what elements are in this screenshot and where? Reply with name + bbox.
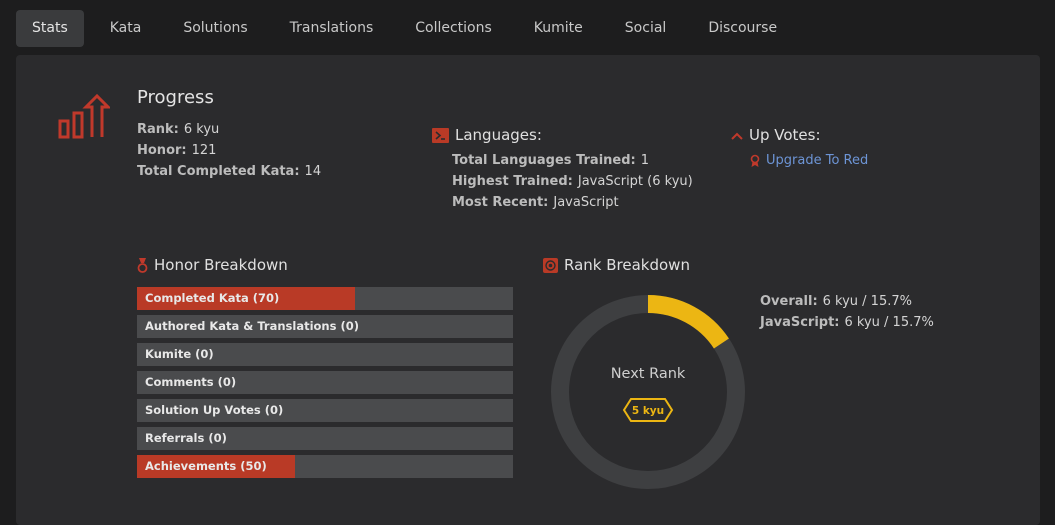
tab-kumite[interactable]: Kumite [518, 10, 599, 47]
next-rank-value: 5 kyu [632, 405, 664, 417]
tab-discourse[interactable]: Discourse [692, 10, 793, 47]
javascript-rank-value: 6 kyu / 15.7% [844, 315, 934, 330]
most-recent-label: Most Recent: [452, 195, 549, 210]
target-icon [543, 257, 558, 273]
honor-bar-completed-kata: Completed Kata (70) [137, 287, 513, 310]
honor-bar-solution-upvotes: Solution Up Votes (0) [137, 399, 513, 422]
languages-trained-value: 1 [640, 153, 650, 168]
medal-icon [137, 257, 148, 273]
tab-translations[interactable]: Translations [274, 10, 390, 47]
honor-bar-label: Authored Kata & Translations (0) [145, 319, 359, 333]
progress-chart-icon [58, 93, 110, 139]
most-recent-value: JavaScript [553, 195, 619, 210]
most-recent-stat: Most Recent: JavaScript [452, 195, 619, 210]
honor-bar-label: Achievements (50) [145, 459, 267, 473]
languages-title: Languages: [455, 126, 542, 144]
honor-bar-kumite: Kumite (0) [137, 343, 513, 366]
overall-rank-stat: Overall: 6 kyu / 15.7% [760, 294, 912, 309]
overall-rank-label: Overall: [760, 294, 818, 309]
honor-bar-referrals: Referrals (0) [137, 427, 513, 450]
honor-breakdown-heading: Honor Breakdown [137, 256, 288, 274]
rank-breakdown-title: Rank Breakdown [564, 256, 690, 274]
highest-trained-stat: Highest Trained: JavaScript (6 kyu) [452, 174, 693, 189]
tab-stats[interactable]: Stats [16, 10, 84, 47]
honor-bar-label: Kumite (0) [145, 347, 214, 361]
honor-bar-comments: Comments (0) [137, 371, 513, 394]
honor-bar-label: Referrals (0) [145, 431, 227, 445]
languages-trained-label: Total Languages Trained: [452, 153, 636, 168]
tab-collections[interactable]: Collections [399, 10, 508, 47]
rank-stat: Rank: 6 kyu [137, 122, 219, 137]
ribbon-icon [750, 154, 760, 168]
tab-social[interactable]: Social [609, 10, 683, 47]
highest-trained-label: Highest Trained: [452, 174, 573, 189]
highest-trained-value: JavaScript (6 kyu) [577, 174, 693, 189]
javascript-rank-label: JavaScript: [760, 315, 840, 330]
rank-label: Rank: [137, 122, 179, 137]
upgrade-row: Upgrade To Red [750, 153, 868, 168]
next-rank-label: Next Rank [611, 366, 686, 382]
completed-stat: Total Completed Kata: 14 [137, 164, 321, 179]
overall-rank-value: 6 kyu / 15.7% [822, 294, 912, 309]
honor-label: Honor: [137, 143, 187, 158]
terminal-icon [432, 127, 449, 143]
honor-breakdown-title: Honor Breakdown [154, 256, 288, 274]
honor-bar-label: Solution Up Votes (0) [145, 403, 284, 417]
upvotes-title: Up Votes: [749, 126, 821, 144]
upvotes-heading: Up Votes: [731, 126, 821, 144]
honor-value: 121 [191, 143, 217, 158]
honor-bar-label: Comments (0) [145, 375, 237, 389]
completed-label: Total Completed Kata: [137, 164, 300, 179]
tab-solutions[interactable]: Solutions [167, 10, 263, 47]
honor-bar-authored-kata: Authored Kata & Translations (0) [137, 315, 513, 338]
progress-title: Progress [137, 87, 214, 108]
languages-heading: Languages: [432, 126, 542, 144]
rank-value: 6 kyu [183, 122, 220, 137]
languages-trained-stat: Total Languages Trained: 1 [452, 153, 649, 168]
honor-bar-achievements: Achievements (50) [137, 455, 513, 478]
completed-value: 14 [304, 164, 322, 179]
tab-kata[interactable]: Kata [94, 10, 158, 47]
chevron-up-icon [731, 131, 743, 140]
profile-tabs: Stats Kata Solutions Translations Collec… [16, 10, 803, 47]
javascript-rank-stat: JavaScript: 6 kyu / 15.7% [760, 315, 934, 330]
rank-breakdown-heading: Rank Breakdown [543, 256, 690, 274]
upgrade-link[interactable]: Upgrade To Red [766, 153, 868, 168]
honor-stat: Honor: 121 [137, 143, 216, 158]
honor-bar-label: Completed Kata (70) [145, 291, 280, 305]
rank-progress-donut: Next Rank 5 kyu [551, 295, 745, 489]
